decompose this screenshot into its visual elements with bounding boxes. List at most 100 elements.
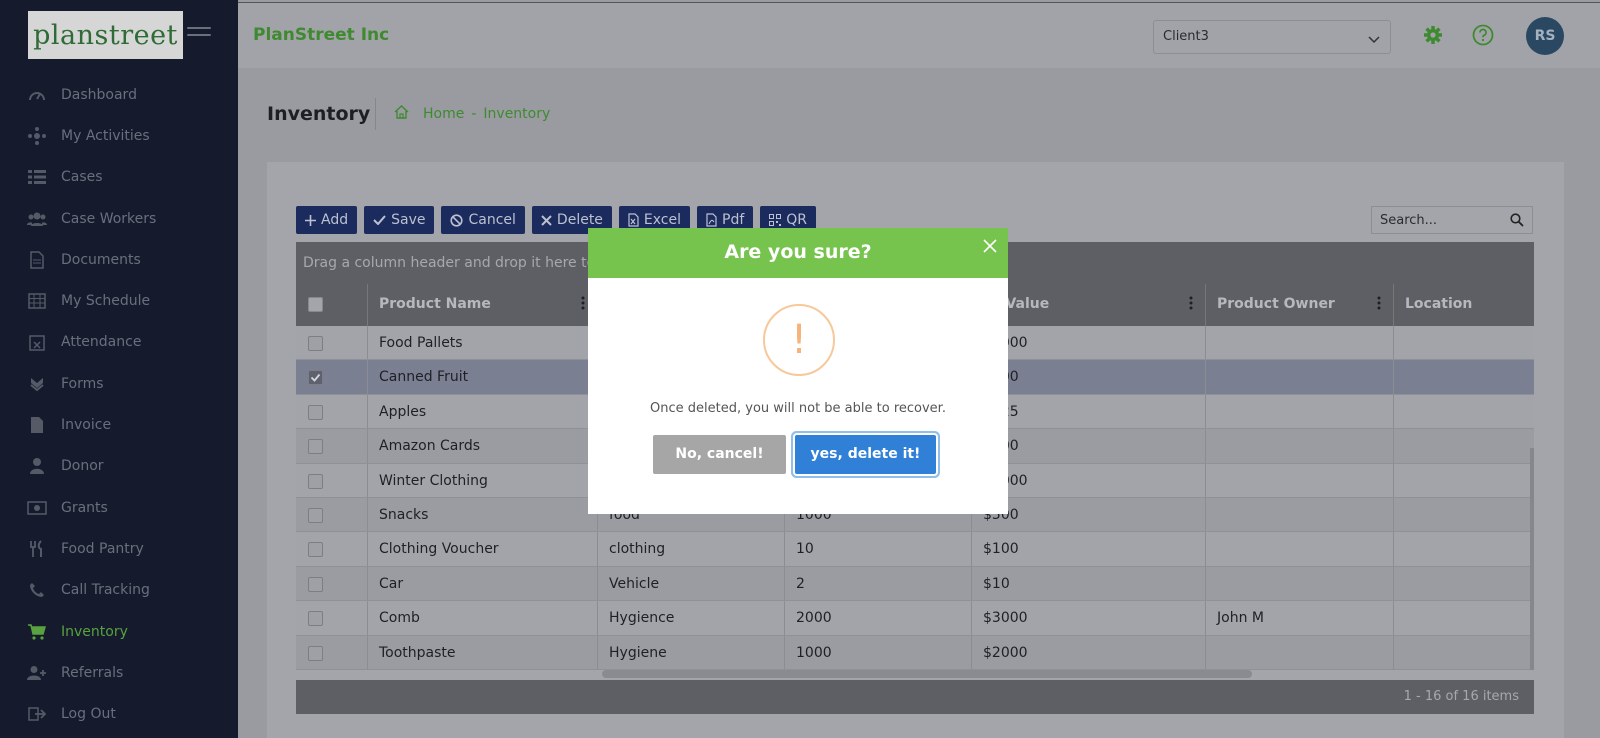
cell-product-owner [1205, 532, 1393, 566]
avatar[interactable]: RS [1526, 17, 1564, 55]
select-all-checkbox[interactable] [308, 297, 323, 312]
sidebar-item-documents[interactable]: Documents [0, 239, 238, 280]
horizontal-scrollbar[interactable] [602, 670, 1252, 678]
cell-quantity: 2 [784, 566, 971, 601]
search-icon[interactable] [1510, 213, 1524, 231]
logo[interactable]: planstreet [28, 11, 183, 59]
save-button-label: Save [391, 212, 426, 228]
cell-product-name: Comb [367, 601, 597, 635]
sidebar-item-grants[interactable]: Grants [0, 487, 238, 528]
sidebar-item-referrals[interactable]: Referrals [0, 652, 238, 693]
client-select[interactable]: Client3 [1153, 20, 1391, 54]
sidebar-item-case-workers[interactable]: Case Workers [0, 198, 238, 239]
check-icon [373, 215, 386, 225]
row-checkbox[interactable] [308, 473, 323, 489]
cell-stock-value: $100 [971, 532, 1205, 566]
sidebar-item-my-activities[interactable]: My Activities [0, 115, 238, 156]
sidebar-item-label: Attendance [61, 334, 142, 351]
row-checkbox[interactable] [308, 507, 323, 523]
cell-product-name: Car [367, 566, 597, 601]
cell-product-owner [1205, 635, 1393, 669]
x-icon [541, 214, 552, 226]
cell-product-name: Toothpaste [367, 635, 597, 669]
cell-category: Vehicle [597, 566, 784, 601]
qr-icon [769, 214, 782, 226]
add-button-label: Add [321, 212, 349, 228]
sidebar: planstreet Dashboard My Activities Cases… [0, 0, 238, 738]
file-icon [27, 416, 47, 434]
row-checkbox[interactable] [308, 370, 323, 386]
cancel-button[interactable]: Cancel [441, 206, 525, 234]
table-row[interactable]: Clothing Voucher clothing 10 $100 [296, 532, 1534, 567]
table-row[interactable]: Comb Hygience 2000 $3000 John M [296, 601, 1534, 636]
sidebar-item-my-schedule[interactable]: My Schedule [0, 280, 238, 321]
sidebar-item-cases[interactable]: Cases [0, 157, 238, 198]
row-checkbox[interactable] [308, 439, 323, 455]
close-icon[interactable] [983, 238, 997, 257]
sidebar-item-label: Referrals [61, 664, 124, 681]
cell-quantity: 2000 [784, 601, 971, 635]
cell-stock-value: $2000 [971, 635, 1205, 669]
column-label: Product Owner [1217, 296, 1335, 312]
sidebar-item-label: Forms [61, 375, 104, 392]
table-row[interactable]: Toothpaste Hygiene 1000 $2000 [296, 635, 1534, 670]
row-checkbox[interactable] [308, 542, 323, 558]
row-checkbox[interactable] [308, 336, 323, 351]
column-menu-icon[interactable] [1189, 296, 1193, 314]
cart-icon [27, 623, 47, 641]
cell-product-name: Clothing Voucher [367, 532, 597, 566]
hamburger-icon[interactable] [187, 27, 211, 43]
breadcrumb-home[interactable]: Home [423, 106, 464, 122]
no-cancel-button[interactable]: No, cancel! [653, 435, 786, 474]
sidebar-item-donor[interactable]: Donor [0, 446, 238, 487]
cell-product-owner [1205, 497, 1393, 532]
column-location[interactable]: Location [1393, 284, 1534, 326]
cell-product-name: Canned Fruit [367, 360, 597, 394]
excel-button-label: Excel [643, 212, 682, 228]
confirm-delete-button[interactable]: yes, delete it! [795, 435, 936, 474]
cell-product-owner [1205, 463, 1393, 497]
sidebar-item-log-out[interactable]: Log Out [0, 693, 238, 734]
cell-quantity: 10 [784, 532, 971, 566]
sidebar-item-label: Grants [61, 499, 108, 516]
sidebar-item-dashboard[interactable]: Dashboard [0, 74, 238, 115]
column-label: Product Name [379, 296, 491, 312]
column-menu-icon[interactable] [581, 296, 585, 314]
sidebar-item-forms[interactable]: Forms [0, 363, 238, 404]
row-checkbox[interactable] [308, 611, 323, 627]
add-button[interactable]: Add [296, 206, 358, 234]
sidebar-item-call-tracking[interactable]: Call Tracking [0, 570, 238, 611]
sidebar-item-label: Documents [61, 251, 141, 268]
cell-category: Hygience [597, 601, 784, 635]
ban-icon [450, 213, 464, 227]
home-icon[interactable] [394, 105, 409, 123]
sidebar-item-label: My Schedule [61, 293, 151, 310]
sidebar-item-label: Invoice [61, 417, 112, 434]
sidebar-item-food-pantry[interactable]: Food Pantry [0, 528, 238, 569]
gear-icon[interactable] [1423, 25, 1443, 49]
help-icon[interactable] [1472, 24, 1494, 50]
sidebar-item-invoice[interactable]: Invoice [0, 404, 238, 445]
row-checkbox[interactable] [308, 404, 323, 420]
forms-icon [27, 375, 47, 393]
sidebar-item-label: Call Tracking [61, 582, 150, 599]
cell-product-owner [1205, 429, 1393, 463]
title-divider [375, 98, 376, 130]
search-input[interactable]: Search... [1371, 206, 1533, 234]
column-menu-icon[interactable] [1377, 296, 1381, 314]
sidebar-item-label: Cases [61, 169, 103, 186]
table-row[interactable]: Car Vehicle 2 $10 [296, 566, 1534, 602]
row-checkbox[interactable] [308, 645, 323, 661]
sidebar-item-attendance[interactable]: Attendance [0, 322, 238, 363]
users-icon [27, 210, 47, 228]
vertical-scrollbar[interactable] [1530, 448, 1534, 670]
save-button[interactable]: Save [364, 206, 435, 234]
user-plus-icon [27, 664, 47, 682]
chevron-down-icon [1368, 33, 1380, 48]
column-product-name[interactable]: Product Name [367, 284, 597, 326]
person-icon [27, 457, 47, 475]
column-product-owner[interactable]: Product Owner [1205, 284, 1393, 326]
cell-category: Hygiene [597, 635, 784, 669]
sidebar-item-inventory[interactable]: Inventory [0, 611, 238, 652]
row-checkbox[interactable] [308, 576, 323, 592]
